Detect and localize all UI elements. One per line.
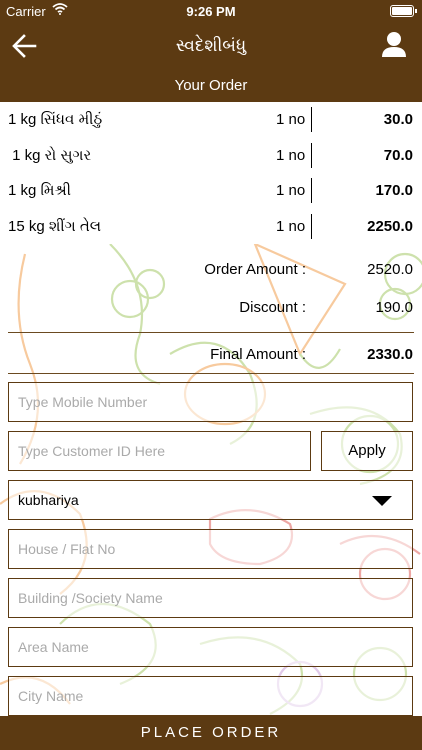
order-items-list: 1 kg સિંધવ મીઠું 1 no 30.0 1 kg રો સુગર … [0,102,422,244]
item-name: 1 kg મિશ્રી [8,182,72,199]
status-bar: Carrier 9:26 PM [0,0,422,22]
area-select[interactable]: kubhariya [8,480,413,520]
item-name: 1 kg રો સુગર [8,146,92,164]
discount-value: 190.0 [375,299,413,316]
area-name-input[interactable]: Area Name [8,627,413,667]
item-qty: 1 no [276,111,306,128]
city-name-input[interactable]: City Name [8,676,413,716]
apply-button[interactable]: Apply [321,431,413,471]
mobile-number-input[interactable]: Type Mobile Number [8,382,413,422]
order-item-row: 1 kg મિશ્રી 1 no 170.0 [0,173,422,209]
area-select-value: kubhariya [18,492,79,508]
item-price: 2250.0 [367,217,413,235]
item-qty: 1 no [276,182,306,199]
summary-divider [8,373,414,374]
item-qty: 1 no [276,146,306,164]
nav-bar: સ્વદેશીબંધુ [0,22,422,70]
clock: 9:26 PM [186,4,236,19]
page-title: સ્વદેશીબંધુ [175,36,247,55]
column-divider [311,213,312,239]
item-price: 170.0 [375,182,413,199]
item-name: 15 kg શીંગ તેલ [8,217,102,235]
item-price: 30.0 [383,111,413,128]
column-divider [311,107,312,132]
battery-icon [390,5,417,17]
order-item-row: 1 kg રો સુગર 1 no 70.0 [0,138,422,174]
final-amount-label: Final Amount : [210,346,306,363]
item-price: 70.0 [383,146,413,164]
order-section-header: Your Order [0,70,422,102]
column-divider [311,178,312,203]
column-divider [311,142,312,168]
order-amount-label: Order Amount : [204,261,306,278]
final-amount-value: 2330.0 [367,346,413,363]
item-name: 1 kg સિંધવ મીઠું [8,111,103,128]
discount-label: Discount : [239,299,306,316]
summary-divider [8,332,414,333]
order-item-row: 1 kg સિંધવ મીઠું 1 no 30.0 [0,102,422,138]
profile-icon[interactable] [380,30,408,58]
order-amount-value: 2520.0 [367,261,413,278]
house-flat-input[interactable]: House / Flat No [8,529,413,569]
dropdown-caret-icon [372,496,392,506]
customer-id-input[interactable]: Type Customer ID Here [8,431,311,471]
building-society-input[interactable]: Building /Society Name [8,578,413,618]
order-item-row: 15 kg શીંગ તેલ 1 no 2250.0 [0,209,422,245]
item-qty: 1 no [276,217,306,235]
place-order-button[interactable]: PLACE ORDER [0,716,422,750]
